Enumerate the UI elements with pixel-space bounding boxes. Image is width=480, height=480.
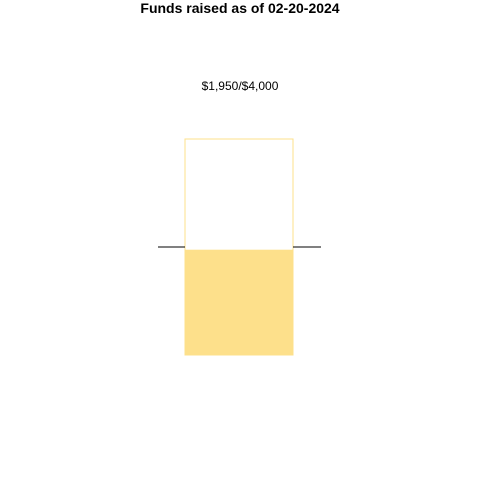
raised-bar [185,249,293,355]
chart-title: Funds raised as of 02-20-2024 [140,0,339,16]
thermometer-chart: Funds raised as of 02-20-2024 $1,950/$4,… [140,0,340,356]
amount-label: $1,950/$4,000 [202,79,279,93]
